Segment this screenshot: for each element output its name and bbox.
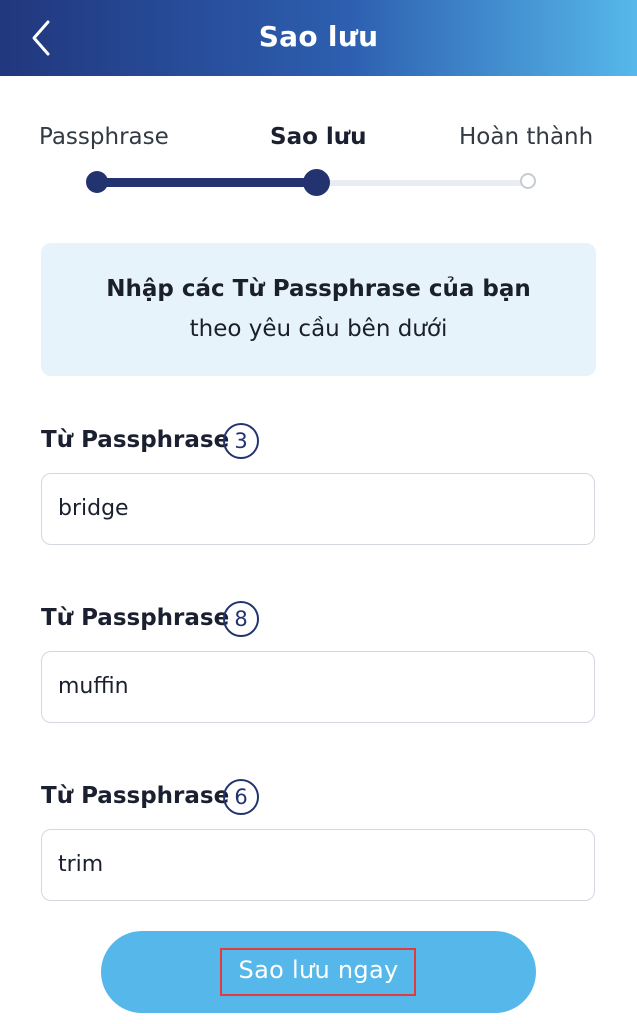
step-passphrase-label: Passphrase	[39, 124, 169, 150]
passphrase-word-label-3: Từ Passphrase	[41, 783, 230, 809]
progress-stepper: Passphrase Sao lưu Hoàn thành	[0, 118, 637, 208]
instruction-heading: Nhập các Từ Passphrase của bạn	[106, 276, 531, 302]
instruction-box: Nhập các Từ Passphrase của bạn theo yêu …	[41, 243, 596, 376]
backup-now-label: Sao lưu ngay	[238, 956, 399, 984]
step-complete-dot	[520, 173, 536, 189]
passphrase-word-input-1[interactable]: bridge	[41, 473, 595, 545]
word-number-badge-3: 6	[223, 779, 259, 815]
passphrase-word-input-2[interactable]: muffin	[41, 651, 595, 723]
app-header: Sao lưu	[0, 0, 637, 76]
word-number-badge-1: 3	[223, 423, 259, 459]
passphrase-word-input-3[interactable]: trim	[41, 829, 595, 901]
step-complete-label: Hoàn thành	[459, 124, 594, 150]
passphrase-word-label-1: Từ Passphrase	[41, 427, 230, 453]
progress-fill	[97, 178, 317, 187]
step-backup-label: Sao lưu	[270, 124, 367, 150]
page-title: Sao lưu	[258, 20, 379, 53]
step-passphrase-dot	[86, 171, 108, 193]
passphrase-word-label-2: Từ Passphrase	[41, 605, 230, 631]
instruction-subtext: theo yêu cầu bên dưới	[189, 316, 448, 342]
step-backup-dot	[303, 169, 330, 196]
backup-now-button[interactable]: Sao lưu ngay	[101, 931, 536, 1013]
word-number-badge-2: 8	[223, 601, 259, 637]
